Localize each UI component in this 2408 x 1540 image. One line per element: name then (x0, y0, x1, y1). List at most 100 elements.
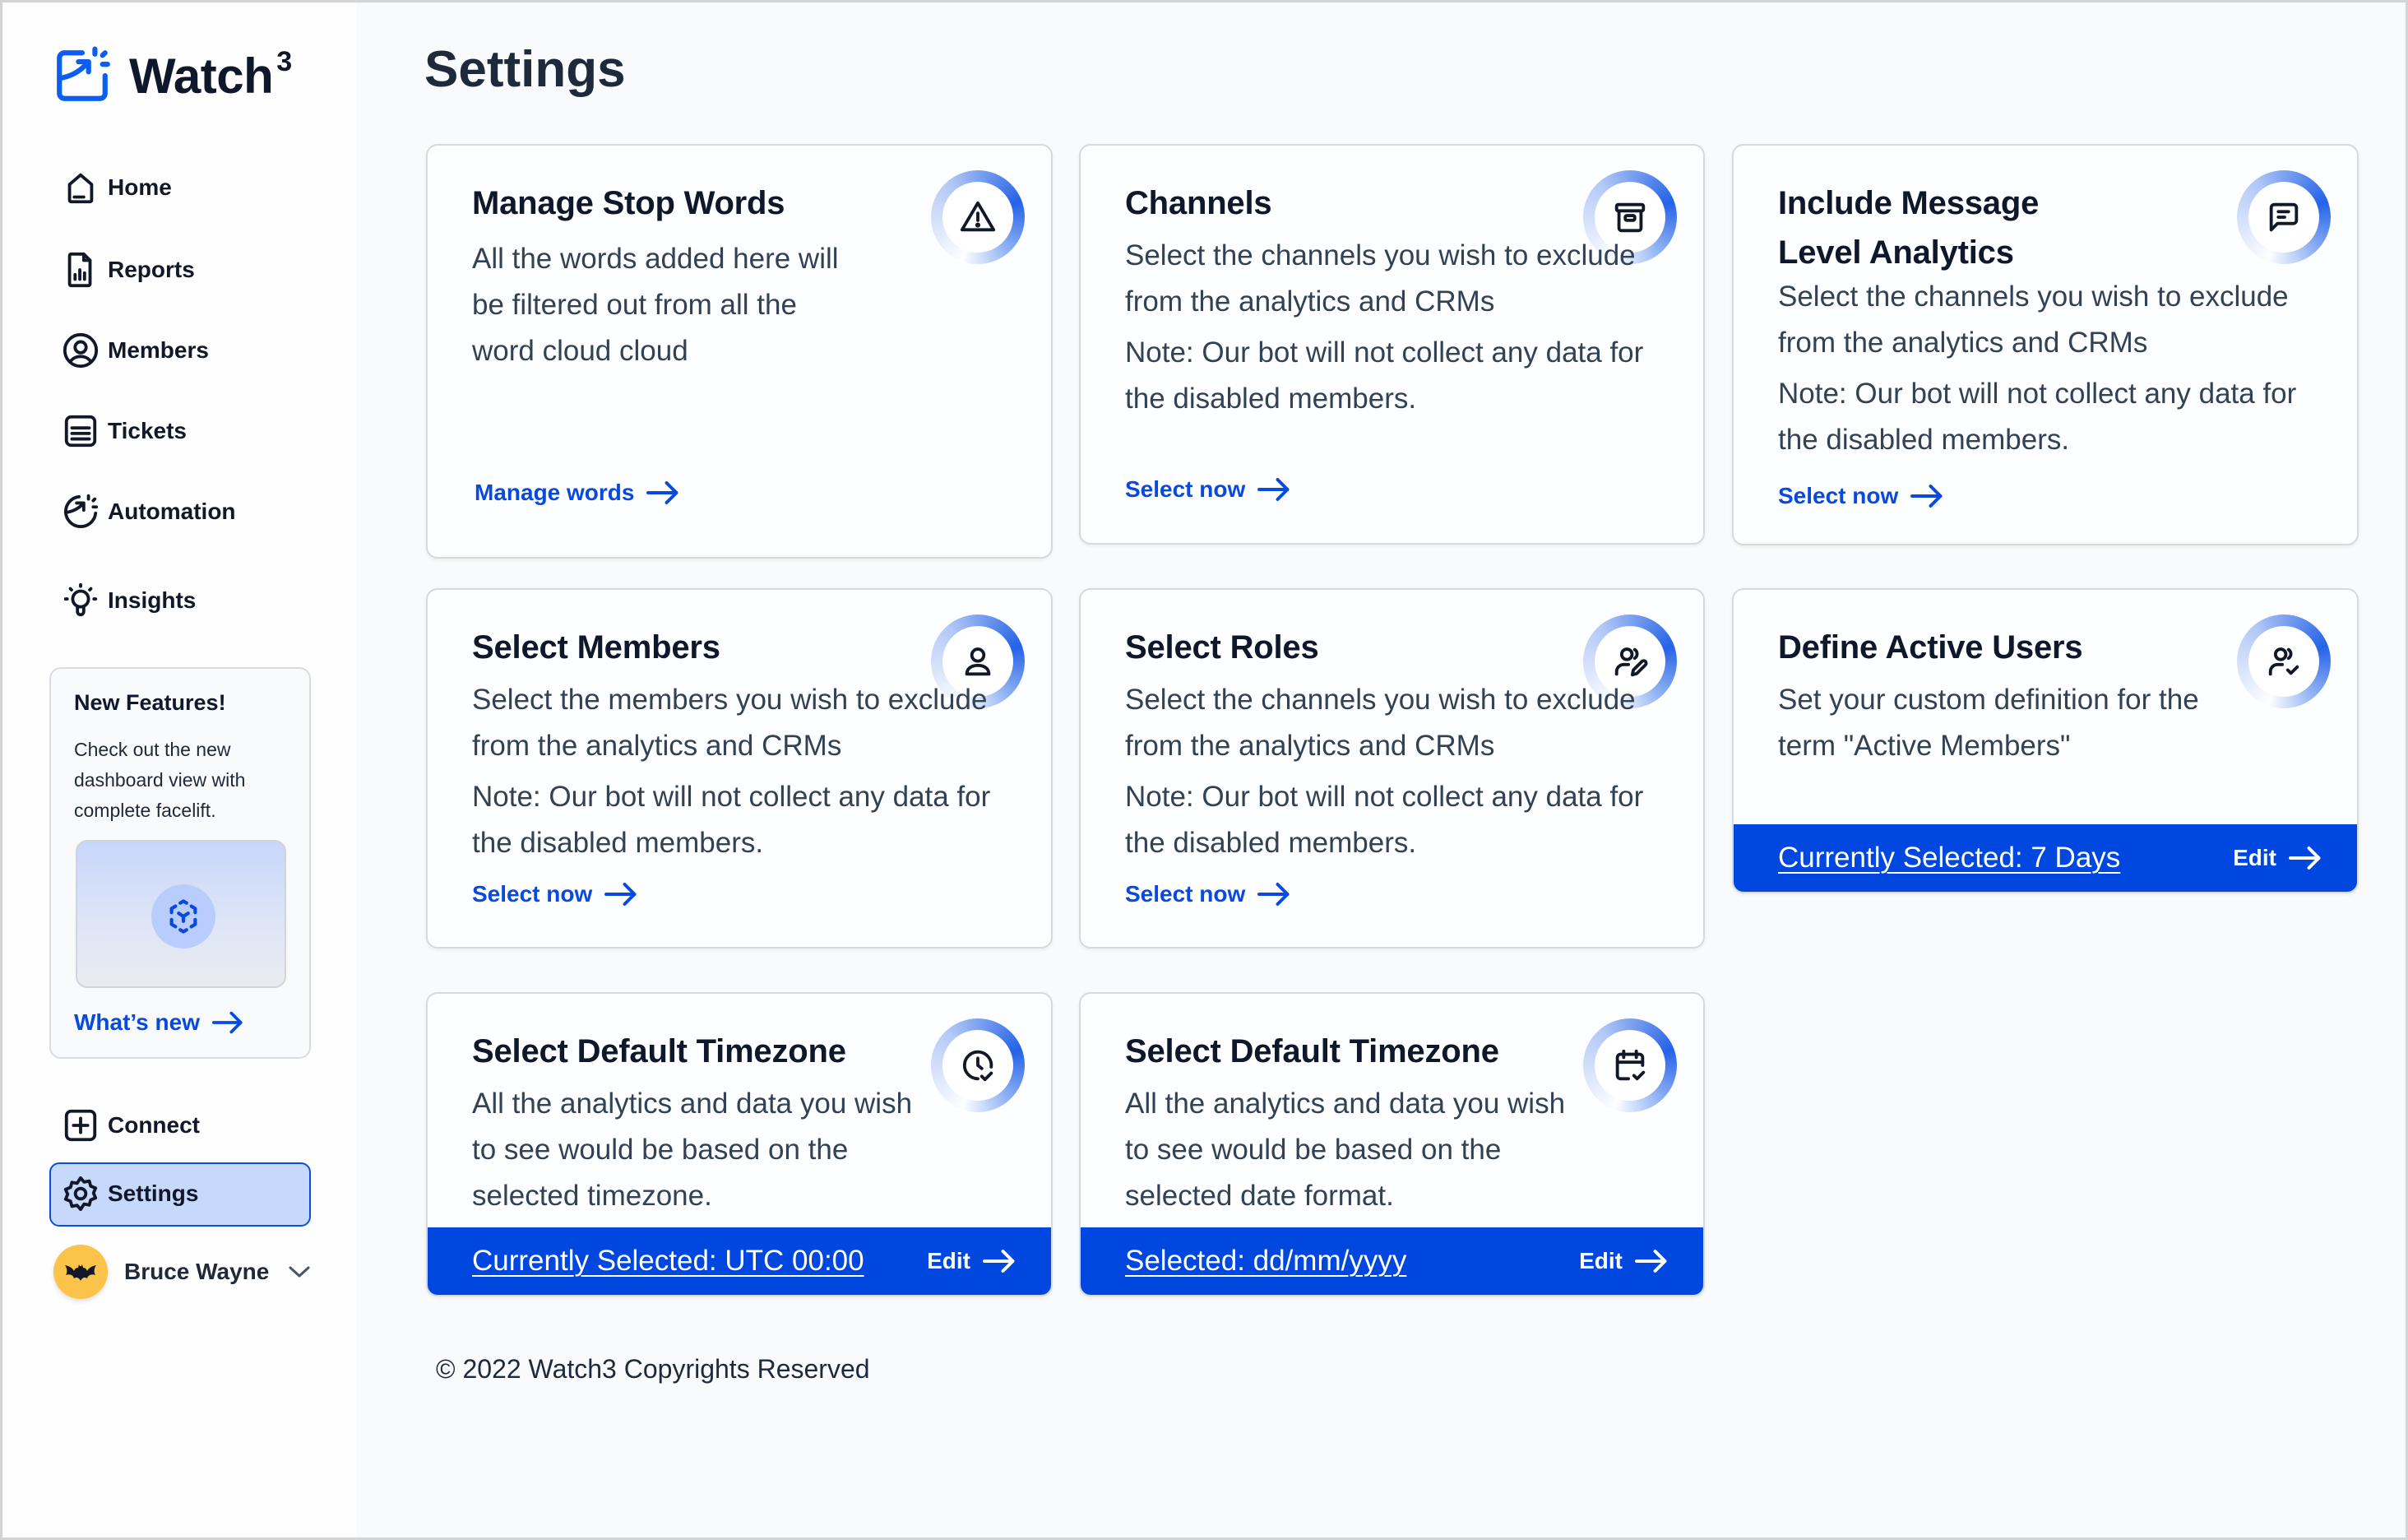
select-now-link[interactable]: Select now (1125, 476, 1291, 503)
card-note: Note: Our bot will not collect any data … (1125, 781, 1644, 859)
settings-card-roles: Select Roles Select the channels you wis… (1079, 588, 1705, 949)
arrow-right-icon (604, 883, 637, 906)
sidebar-item-reports[interactable]: Reports (62, 249, 195, 290)
app-name: Watch 3 (129, 46, 292, 104)
settings-card-timezone: Select Default Timezone All the analytic… (426, 992, 1053, 1296)
card-description: Select the members you wish to exclude f… (472, 684, 988, 762)
sidebar-item-label: Reports (108, 257, 195, 282)
card-title: Select Roles (1125, 629, 1319, 666)
edit-button[interactable]: Edit (2233, 845, 2322, 871)
arrow-right-icon (2289, 847, 2321, 870)
user-icon (965, 647, 991, 676)
sidebar-item-label: Automation (108, 499, 236, 524)
card-description: All the words added here will be filtere… (472, 243, 839, 367)
whats-new-link[interactable]: What’s new (74, 1009, 244, 1036)
current-selection-value[interactable]: Currently Selected: UTC 00:00 (472, 1245, 864, 1278)
sidebar-item-label: Members (108, 337, 209, 363)
card-description: All the analytics and data you wish to s… (472, 1088, 913, 1212)
archive-box-icon (1614, 202, 1646, 233)
manage-words-link[interactable]: Manage words (475, 480, 680, 506)
gear-icon (63, 1176, 98, 1212)
sidebar-item-home[interactable]: Home (62, 167, 172, 208)
select-now-link[interactable]: Select now (1778, 483, 1944, 509)
link-label: Select now (472, 881, 593, 907)
settings-card-stop-words: Manage Stop Words All the words added he… (426, 144, 1053, 559)
arrow-right-icon (211, 1011, 243, 1034)
edit-label: Edit (1579, 1248, 1623, 1273)
card-title: Channels (1125, 185, 1272, 221)
edit-button[interactable]: Edit (1579, 1248, 1669, 1274)
sidebar-item-label: Insights (108, 587, 197, 613)
logo[interactable]: Watch 3 (52, 45, 292, 106)
page-title: Settings (424, 41, 626, 98)
card-description: All the analytics and data you wish to s… (1125, 1088, 1566, 1212)
settings-card-active-users: Define Active Users Set your custom defi… (1732, 588, 2359, 893)
card-body: Select the channels you wish to exclude … (1778, 274, 2321, 463)
card-body: Select the channels you wish to exclude … (1125, 233, 1668, 422)
avatar (53, 1245, 108, 1299)
promo-image (76, 840, 286, 988)
sidebar-item-label: Home (108, 174, 172, 200)
card-description: Select the channels you wish to exclude … (1125, 239, 1636, 318)
sidebar-item-members[interactable]: Members (62, 330, 209, 371)
select-now-link[interactable]: Select now (1125, 881, 1291, 907)
select-now-link[interactable]: Select now (472, 881, 638, 907)
app-name-text: Watch (129, 48, 274, 104)
current-selection-value[interactable]: Currently Selected: 7 Days (1778, 842, 2120, 874)
card-body: All the words added here will be filtere… (472, 236, 867, 374)
edit-label: Edit (927, 1248, 970, 1273)
settings-card-date-format: Select Default Timezone All the analytic… (1079, 992, 1705, 1296)
card-body: All the analytics and data you wish to s… (1125, 1081, 1586, 1219)
card-title: Select Default Timezone (472, 1033, 846, 1069)
edit-button[interactable]: Edit (927, 1248, 1016, 1274)
card-icon-ring (1583, 1018, 1677, 1112)
sidebar-item-label: Tickets (108, 418, 187, 443)
current-selection-bar: Currently Selected: UTC 00:00 Edit (428, 1227, 1051, 1295)
promo-text: Check out the new dashboard view with co… (74, 739, 246, 821)
link-label: Select now (1125, 881, 1246, 907)
card-body: Set your custom definition for the term … (1778, 677, 2239, 769)
card-note: Note: Our bot will not collect any data … (1778, 378, 2297, 456)
sidebar: Watch 3 Home Reports Members Tickets Auto… (2, 2, 356, 1538)
cube-icon (169, 899, 197, 934)
settings-card-members: Select Members Select the members you wi… (426, 588, 1053, 949)
arrow-right-icon (646, 481, 678, 504)
user-circle-icon (63, 332, 99, 369)
clock-check-icon (962, 1050, 993, 1082)
promo-title: New Features! (74, 690, 226, 715)
user-menu[interactable]: Bruce Wayne (53, 1245, 312, 1299)
sidebar-item-insights[interactable]: Insights (62, 580, 196, 621)
card-note: Note: Our bot will not collect any data … (472, 781, 991, 859)
current-selection-bar: Currently Selected: 7 Days Edit (1734, 824, 2357, 892)
card-icon-ring (2237, 170, 2331, 264)
edit-label: Edit (2233, 845, 2276, 870)
settings-card-channels: Channels Select the channels you wish to… (1079, 144, 1705, 545)
new-features-card: New Features! Check out the new dashboar… (49, 667, 311, 1059)
card-title: Define Active Users (1778, 629, 2083, 666)
card-icon-ring (931, 170, 1025, 264)
current-selection-bar: Selected: dd/mm/yyyy Edit (1081, 1227, 1703, 1295)
current-selection-value[interactable]: Selected: dd/mm/yyyy (1125, 1245, 1406, 1278)
card-title: Manage Stop Words (472, 185, 785, 221)
card-body: Select the channels you wish to exclude … (1125, 677, 1668, 866)
app-window: Watch 3 Home Reports Members Tickets Auto… (0, 0, 2408, 1540)
sidebar-item-settings[interactable]: Settings (62, 1173, 198, 1214)
batman-logo-icon (65, 1264, 96, 1281)
warning-triangle-icon (960, 201, 996, 232)
card-description: Set your custom definition for the term … (1778, 684, 2199, 762)
arrow-right-icon (1257, 478, 1290, 501)
lightbulb-icon (63, 582, 98, 617)
card-title: Select Default Timezone (1125, 1033, 1499, 1069)
link-label: Select now (1125, 476, 1246, 502)
sidebar-item-connect[interactable]: Connect (62, 1105, 200, 1146)
arrow-right-icon (983, 1250, 1015, 1273)
report-file-icon (67, 252, 92, 288)
promo-icon-circle (151, 884, 215, 949)
card-description: Select the channels you wish to exclude … (1125, 684, 1636, 762)
settings-card-message-analytics: Include Message Level Analytics Select t… (1732, 144, 2359, 545)
automation-icon (63, 494, 99, 528)
sidebar-item-tickets[interactable]: Tickets (62, 411, 187, 452)
sidebar-item-automation[interactable]: Automation (62, 491, 236, 532)
sidebar-item-label: Settings (108, 1181, 199, 1206)
link-label: Manage words (475, 480, 635, 505)
